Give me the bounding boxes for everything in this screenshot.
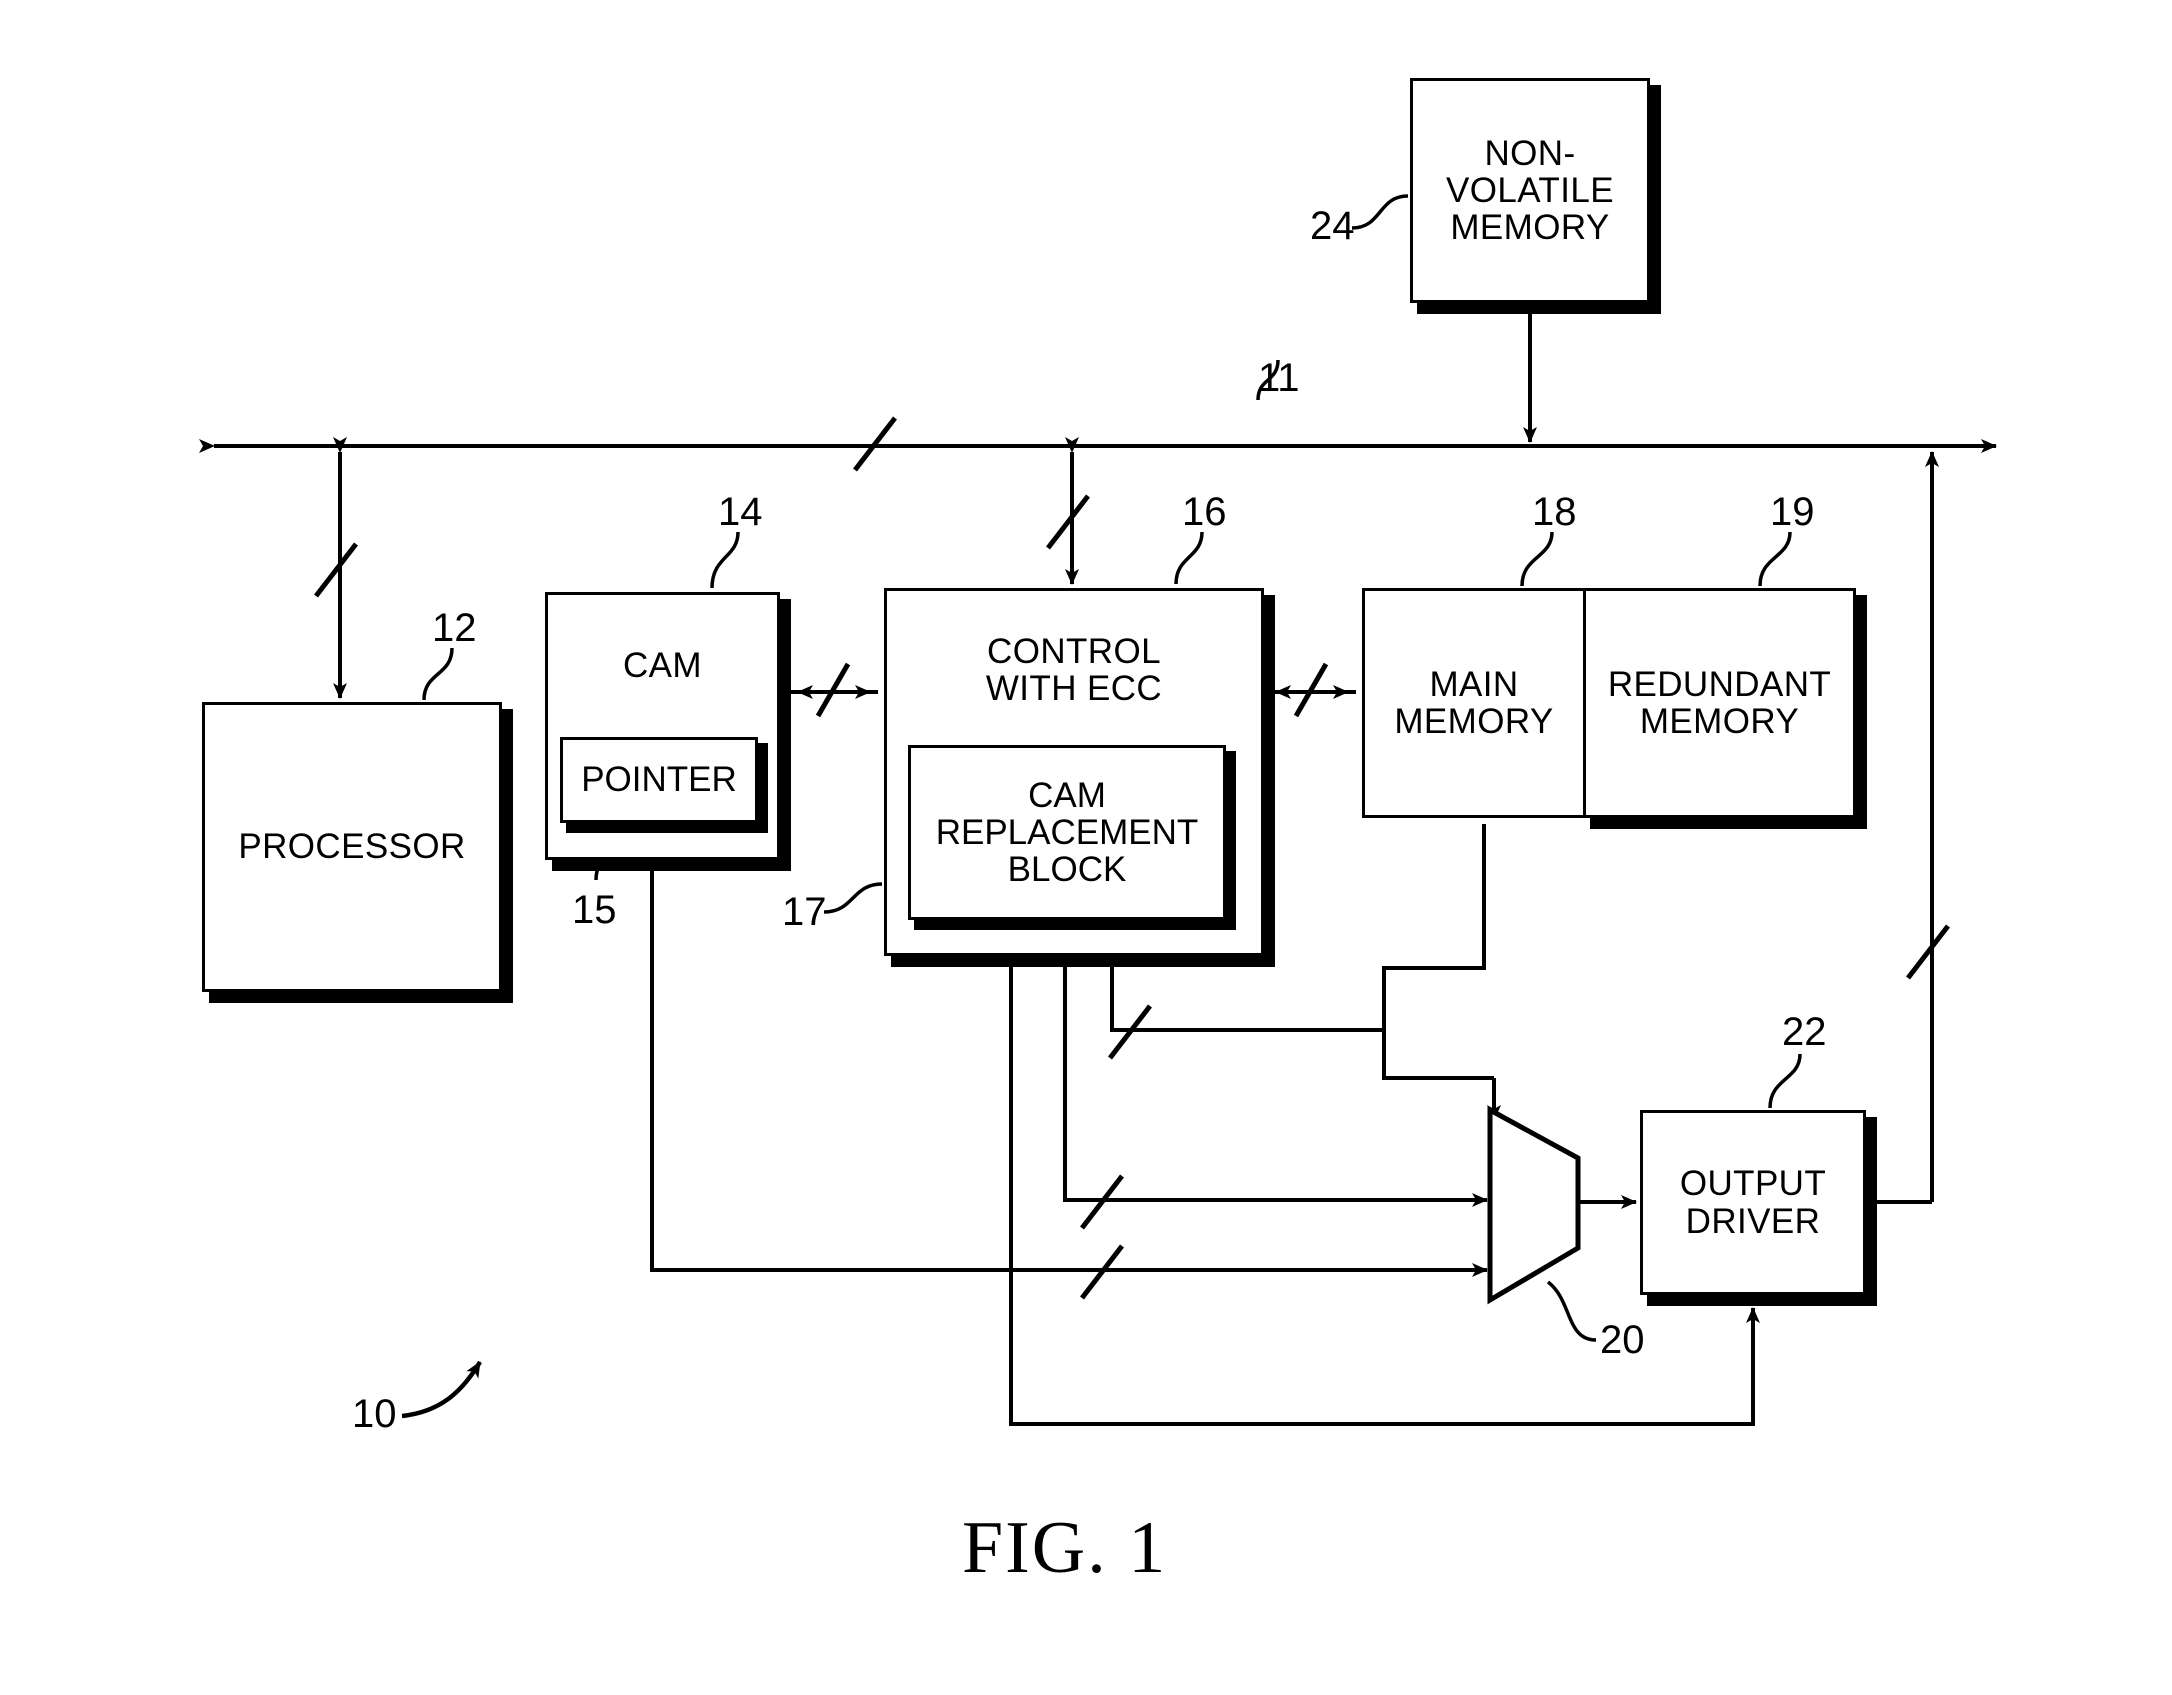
block-label: MAIN MEMORY <box>1394 664 1554 741</box>
ref-numeral-22: 22 <box>1782 1010 1827 1054</box>
block-non-volatile-memory[interactable]: NON- VOLATILE MEMORY <box>1410 78 1650 303</box>
block-redundant-memory[interactable]: REDUNDANT MEMORY <box>1583 588 1856 818</box>
block-label: REDUNDANT MEMORY <box>1607 664 1832 741</box>
ref-numeral-10: 10 <box>352 1392 397 1436</box>
ref-numeral-11: 11 <box>1258 356 1300 400</box>
block-label: CAM REPLACEMENT BLOCK <box>935 775 1199 890</box>
ref-numeral-15: 15 <box>572 888 617 932</box>
ref-numeral-12: 12 <box>432 606 477 650</box>
ref-numeral-17: 17 <box>782 890 827 934</box>
ref-numeral-20: 20 <box>1600 1318 1645 1362</box>
block-output-driver[interactable]: OUTPUT DRIVER <box>1640 1110 1866 1295</box>
ref-numeral-19: 19 <box>1770 490 1815 534</box>
block-label: OUTPUT DRIVER <box>1679 1164 1827 1241</box>
patent-figure: NON- VOLATILE MEMORY PROCESSOR CAM POINT… <box>0 0 2172 1695</box>
ref-numeral-14: 14 <box>718 490 763 534</box>
block-main-memory[interactable]: MAIN MEMORY <box>1362 588 1586 818</box>
ref-numeral-16: 16 <box>1182 490 1227 534</box>
block-label: POINTER <box>581 760 737 800</box>
block-label: NON- VOLATILE MEMORY <box>1446 133 1614 248</box>
block-label: CAM <box>623 646 702 685</box>
figure-caption: FIG. 1 <box>962 1507 1168 1589</box>
block-pointer[interactable]: POINTER <box>560 737 758 823</box>
block-label: CONTROL WITH ECC <box>985 632 1163 709</box>
block-cam-replacement-block[interactable]: CAM REPLACEMENT BLOCK <box>908 745 1226 920</box>
ref-numeral-18: 18 <box>1532 490 1577 534</box>
ref-numeral-24: 24 <box>1310 204 1355 248</box>
block-label: PROCESSOR <box>238 827 466 867</box>
block-processor[interactable]: PROCESSOR <box>202 702 502 992</box>
